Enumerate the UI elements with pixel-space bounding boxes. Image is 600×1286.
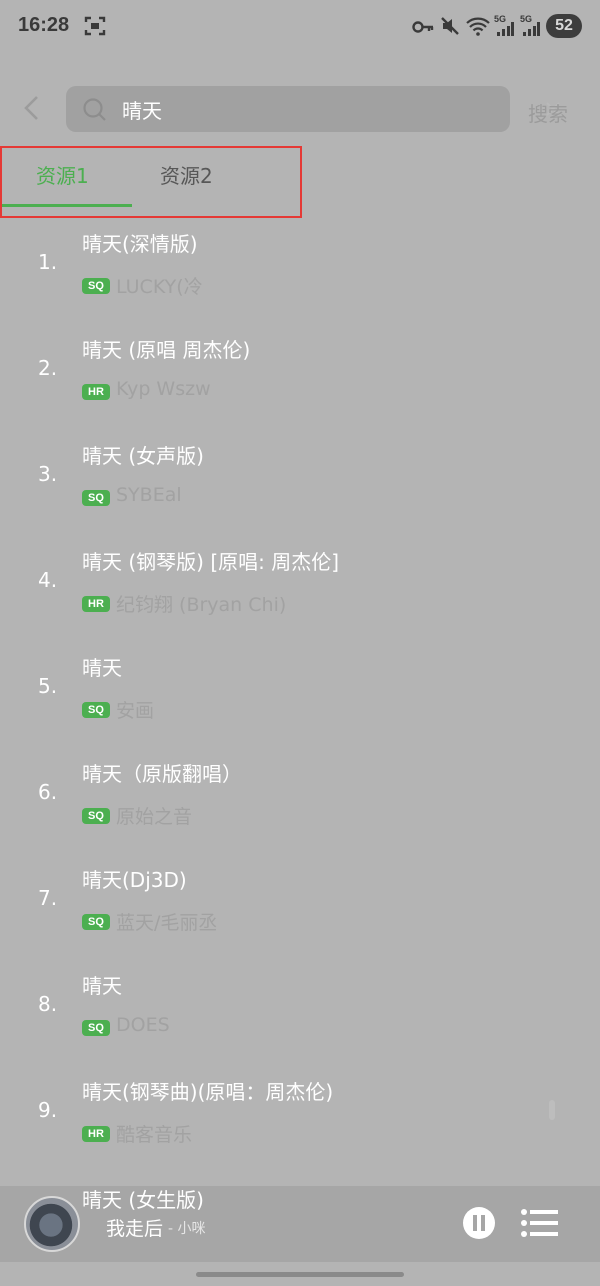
source-tabs: 资源1 资源2	[0, 146, 302, 218]
active-tab-indicator	[2, 204, 132, 207]
status-bar: 16:28 5G 5G 52	[0, 0, 600, 52]
quality-badge: SQ	[82, 914, 110, 930]
quality-badge: SQ	[82, 702, 110, 718]
search-icon	[83, 98, 106, 121]
signal-icon-2	[523, 22, 540, 36]
song-title: 晴天(钢琴曲)(原唱：周杰伦)	[82, 1080, 334, 1104]
playlist-icon[interactable]	[520, 1208, 560, 1238]
item-number: 5.	[38, 674, 58, 698]
tab-source-2[interactable]: 资源2	[160, 160, 213, 189]
item-number: 2.	[38, 356, 58, 380]
song-title: 晴天 (女声版)	[82, 444, 204, 468]
tab-source-1[interactable]: 资源1	[36, 160, 89, 189]
song-title: 晴天	[82, 656, 122, 680]
search-input[interactable]	[122, 92, 452, 126]
key-icon	[412, 21, 434, 33]
search-box[interactable]	[66, 86, 560, 132]
song-artist: 纪钧翔 (Bryan Chi)	[116, 594, 287, 616]
wifi-icon	[466, 17, 490, 36]
pause-icon[interactable]	[462, 1206, 496, 1240]
song-title: 晴天（原版翻唱）	[82, 762, 242, 786]
quality-badge: SQ	[82, 1020, 110, 1036]
status-time: 16:28	[18, 14, 70, 36]
song-title: 晴天 (钢琴版) [原唱: 周杰伦]	[82, 550, 340, 574]
song-artist: LUCKY(冷	[116, 276, 203, 298]
quality-badge: SQ	[82, 278, 110, 294]
song-title: 晴天	[82, 974, 122, 998]
item-number: 1.	[38, 250, 58, 274]
battery-indicator: 52	[546, 14, 582, 38]
results-list: 1. 晴天(深情版) SQ LUCKY(冷 2. 晴天 (原唱 周杰伦) HR …	[0, 214, 600, 1168]
song-artist: SYBEal	[116, 484, 182, 506]
album-cover[interactable]	[24, 1196, 80, 1252]
song-artist: 蓝天/毛丽丞	[116, 912, 218, 934]
list-item[interactable]: 8. 晴天 SQ DOES	[0, 956, 600, 1062]
song-title: 晴天 (原唱 周杰伦)	[82, 338, 251, 362]
list-item[interactable]: 7. 晴天(Dj3D) SQ 蓝天/毛丽丞	[0, 850, 600, 956]
list-item[interactable]: 5. 晴天 SQ 安画	[0, 638, 600, 744]
song-artist: DOES	[116, 1014, 170, 1036]
item-number: 9.	[38, 1098, 58, 1122]
now-playing-title: 我走后	[106, 1218, 164, 1240]
search-button[interactable]: 搜索	[528, 98, 568, 127]
quality-badge: SQ	[82, 490, 110, 506]
song-artist: 安画	[116, 700, 155, 722]
home-indicator[interactable]	[196, 1272, 404, 1277]
list-item[interactable]: 4. 晴天 (钢琴版) [原唱: 周杰伦] HR 纪钧翔 (Bryan Chi)	[0, 532, 600, 638]
item-number: 6.	[38, 780, 58, 804]
quality-badge: HR	[82, 596, 110, 612]
screenshot-icon	[84, 16, 106, 36]
now-playing-artist: - 小咪	[168, 1221, 206, 1237]
item-number: 8.	[38, 992, 58, 1016]
signal-icon	[497, 22, 514, 36]
list-item[interactable]: 3. 晴天 (女声版) SQ SYBEal	[0, 426, 600, 532]
song-title: 晴天(Dj3D)	[82, 868, 187, 892]
list-item[interactable]: 1. 晴天(深情版) SQ LUCKY(冷	[0, 214, 600, 320]
song-artist: 原始之音	[116, 806, 193, 828]
scroll-handle-icon[interactable]	[546, 1098, 558, 1122]
song-title: 晴天(深情版)	[82, 232, 198, 256]
quality-badge: HR	[82, 1126, 110, 1142]
quality-badge: HR	[82, 384, 110, 400]
song-artist: 酷客音乐	[116, 1124, 193, 1146]
back-icon[interactable]	[20, 94, 44, 122]
song-title-next: 晴天 (女生版)	[82, 1188, 204, 1212]
list-item[interactable]: 6. 晴天（原版翻唱） SQ 原始之音	[0, 744, 600, 850]
quality-badge: SQ	[82, 808, 110, 824]
list-item[interactable]: 2. 晴天 (原唱 周杰伦) HR Kyp Wszw	[0, 320, 600, 426]
list-item[interactable]: 9. 晴天(钢琴曲)(原唱：周杰伦) HR 酷客音乐	[0, 1062, 600, 1168]
item-number: 7.	[38, 886, 58, 910]
song-artist: Kyp Wszw	[116, 378, 211, 400]
item-number: 4.	[38, 568, 58, 592]
item-number: 3.	[38, 462, 58, 486]
mute-icon	[441, 17, 459, 35]
